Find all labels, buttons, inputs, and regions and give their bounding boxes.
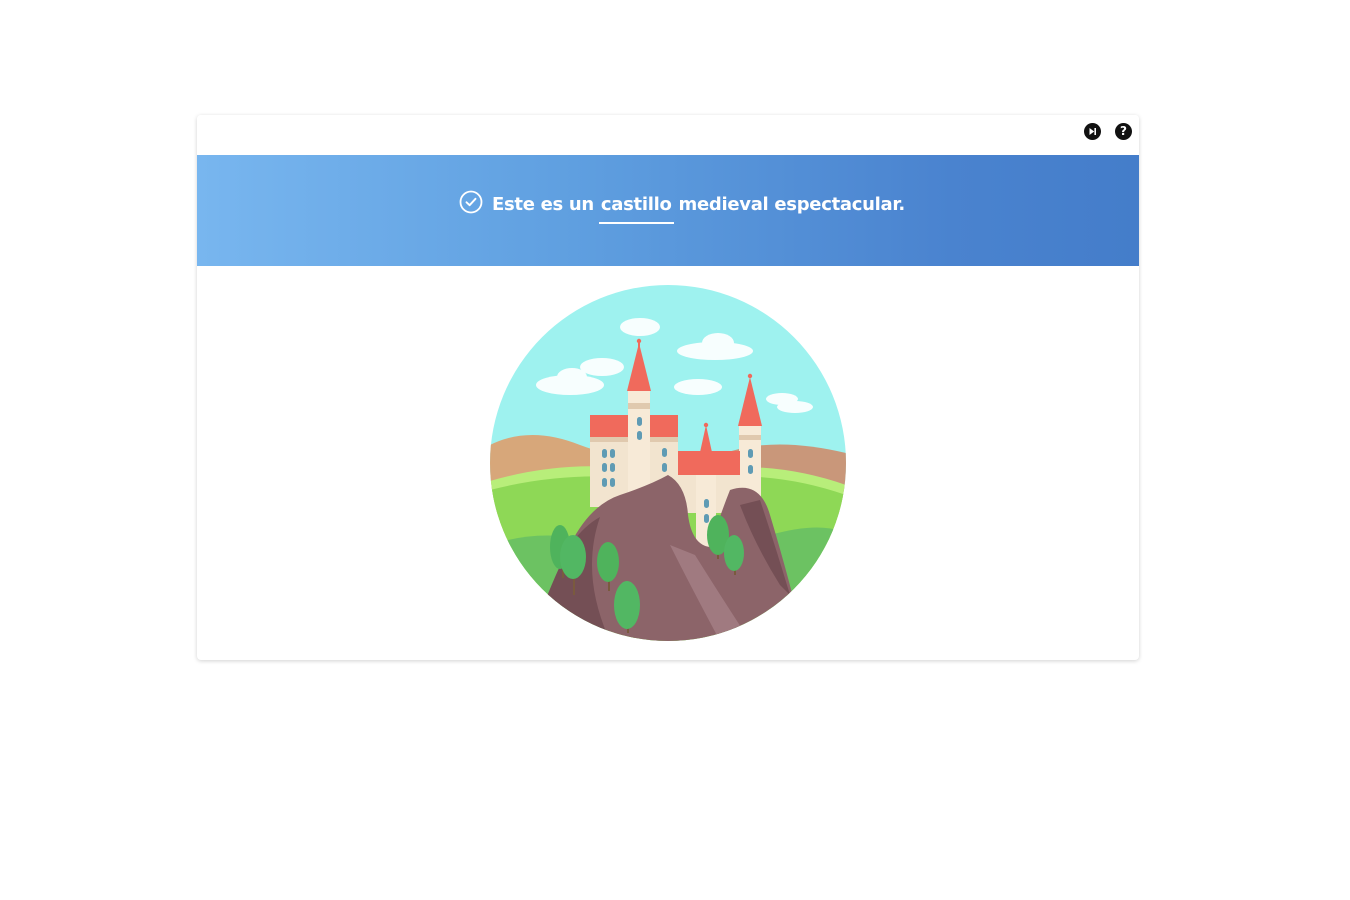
answer-blank[interactable]: castillo	[598, 193, 674, 224]
top-toolbar: ?	[197, 115, 1139, 155]
castle-illustration	[490, 285, 846, 641]
skip-button[interactable]	[1084, 123, 1101, 140]
question-mark-icon: ?	[1120, 124, 1127, 138]
exercise-card: ? Este es un castillo medieval espectacu…	[197, 115, 1139, 660]
check-circle-icon	[459, 190, 483, 214]
skip-forward-icon	[1089, 128, 1096, 135]
sentence-suffix: medieval espectacular.	[678, 194, 906, 215]
help-button[interactable]: ?	[1115, 123, 1132, 140]
sentence: Este es un castillo medieval espectacula…	[459, 190, 906, 233]
sentence-banner: Este es un castillo medieval espectacula…	[197, 155, 1139, 266]
sentence-prefix: Este es un	[492, 194, 594, 215]
castle-roof	[590, 415, 630, 439]
castle-roof	[650, 415, 678, 439]
